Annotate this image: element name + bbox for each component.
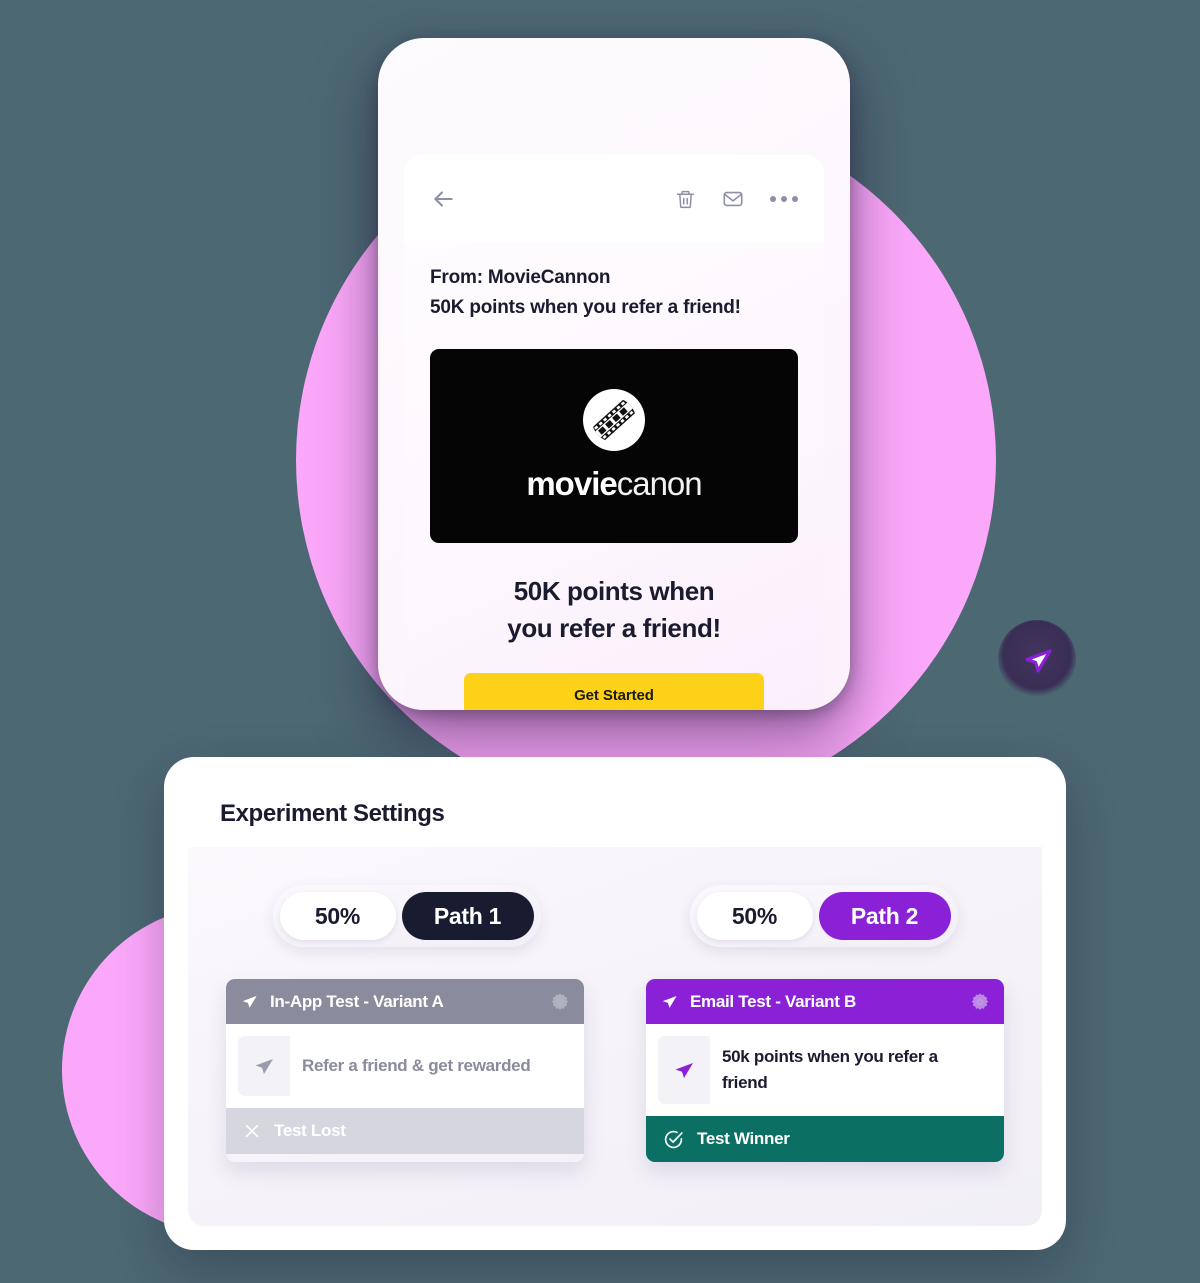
path-1-percent[interactable]: 50% [279,892,396,940]
check-circle-icon [663,1129,684,1150]
email-toolbar [404,155,824,243]
send-paper-plane-icon[interactable] [998,620,1076,698]
email-subject: 50K points when you refer a friend! [430,297,741,318]
variants-row: In-App Test - Variant A Refer a friend &… [188,947,1042,1162]
more-options-icon[interactable] [770,196,798,202]
variant-a-status-label: Test Lost [274,1121,346,1140]
path-1-toggle[interactable]: 50% Path 1 [272,885,541,947]
email-body: From: MovieCannon 50K points when you re… [404,243,824,710]
send-paper-plane-icon [240,992,259,1011]
back-arrow-icon[interactable] [430,186,456,212]
promo-headline-line2: you refer a friend! [507,613,721,643]
promo-headline-line1: 50K points when [513,576,715,606]
variant-a-header: In-App Test - Variant A [226,979,584,1024]
brand-name-bold: movie [526,465,617,502]
brand-name-light: canon [616,465,703,502]
film-strip-icon [583,389,645,451]
brand-wordmark: moviecanon [526,465,703,503]
email-hero-banner: moviecanon [430,349,798,543]
path-1-label[interactable]: Path 1 [401,892,534,940]
path-2-toggle[interactable]: 50% Path 2 [689,885,958,947]
get-started-button[interactable]: Get Started [464,673,764,710]
variant-b-message: 50k points when you refer a friend [710,1036,992,1104]
variant-b-status-label: Test Winner [697,1129,790,1148]
send-paper-plane-icon [238,1036,290,1096]
variant-b-header: Email Test - Variant B [646,979,1004,1024]
page-title: Experiment Settings [220,800,445,827]
trash-icon[interactable] [675,189,696,210]
send-paper-plane-icon [658,1036,710,1104]
gear-icon[interactable] [550,992,570,1012]
variant-a-title: In-App Test - Variant A [270,991,444,1011]
email-screen: From: MovieCannon 50K points when you re… [404,155,824,710]
path-2-percent[interactable]: 50% [696,892,813,940]
variant-a-status: Test Lost [226,1108,584,1154]
variant-b-body: 50k points when you refer a friend [646,1024,1004,1116]
envelope-icon[interactable] [722,188,744,210]
promo-headline: 50K points when you refer a friend! [430,573,798,647]
settings-header: Experiment Settings [188,781,1042,847]
variant-a-body: Refer a friend & get rewarded [226,1024,584,1108]
experiment-settings-panel: Experiment Settings 50% Path 1 50% Path … [164,757,1066,1250]
path-2-label[interactable]: Path 2 [818,892,951,940]
path-split-row: 50% Path 1 50% Path 2 [188,847,1042,947]
phone-mockup: From: MovieCannon 50K points when you re… [378,38,850,710]
variant-b-card[interactable]: Email Test - Variant B 50k points when y… [646,979,1004,1162]
variant-b-status: Test Winner [646,1116,1004,1162]
send-paper-plane-icon [660,992,679,1011]
close-x-icon [243,1122,261,1140]
variant-a-card[interactable]: In-App Test - Variant A Refer a friend &… [226,979,584,1162]
variant-a-message: Refer a friend & get rewarded [290,1036,572,1096]
gear-icon[interactable] [970,992,990,1012]
variant-b-title: Email Test - Variant B [690,991,856,1011]
experiment-settings-card: Experiment Settings 50% Path 1 50% Path … [188,781,1042,1226]
email-sender: From: MovieCannon [430,267,611,288]
